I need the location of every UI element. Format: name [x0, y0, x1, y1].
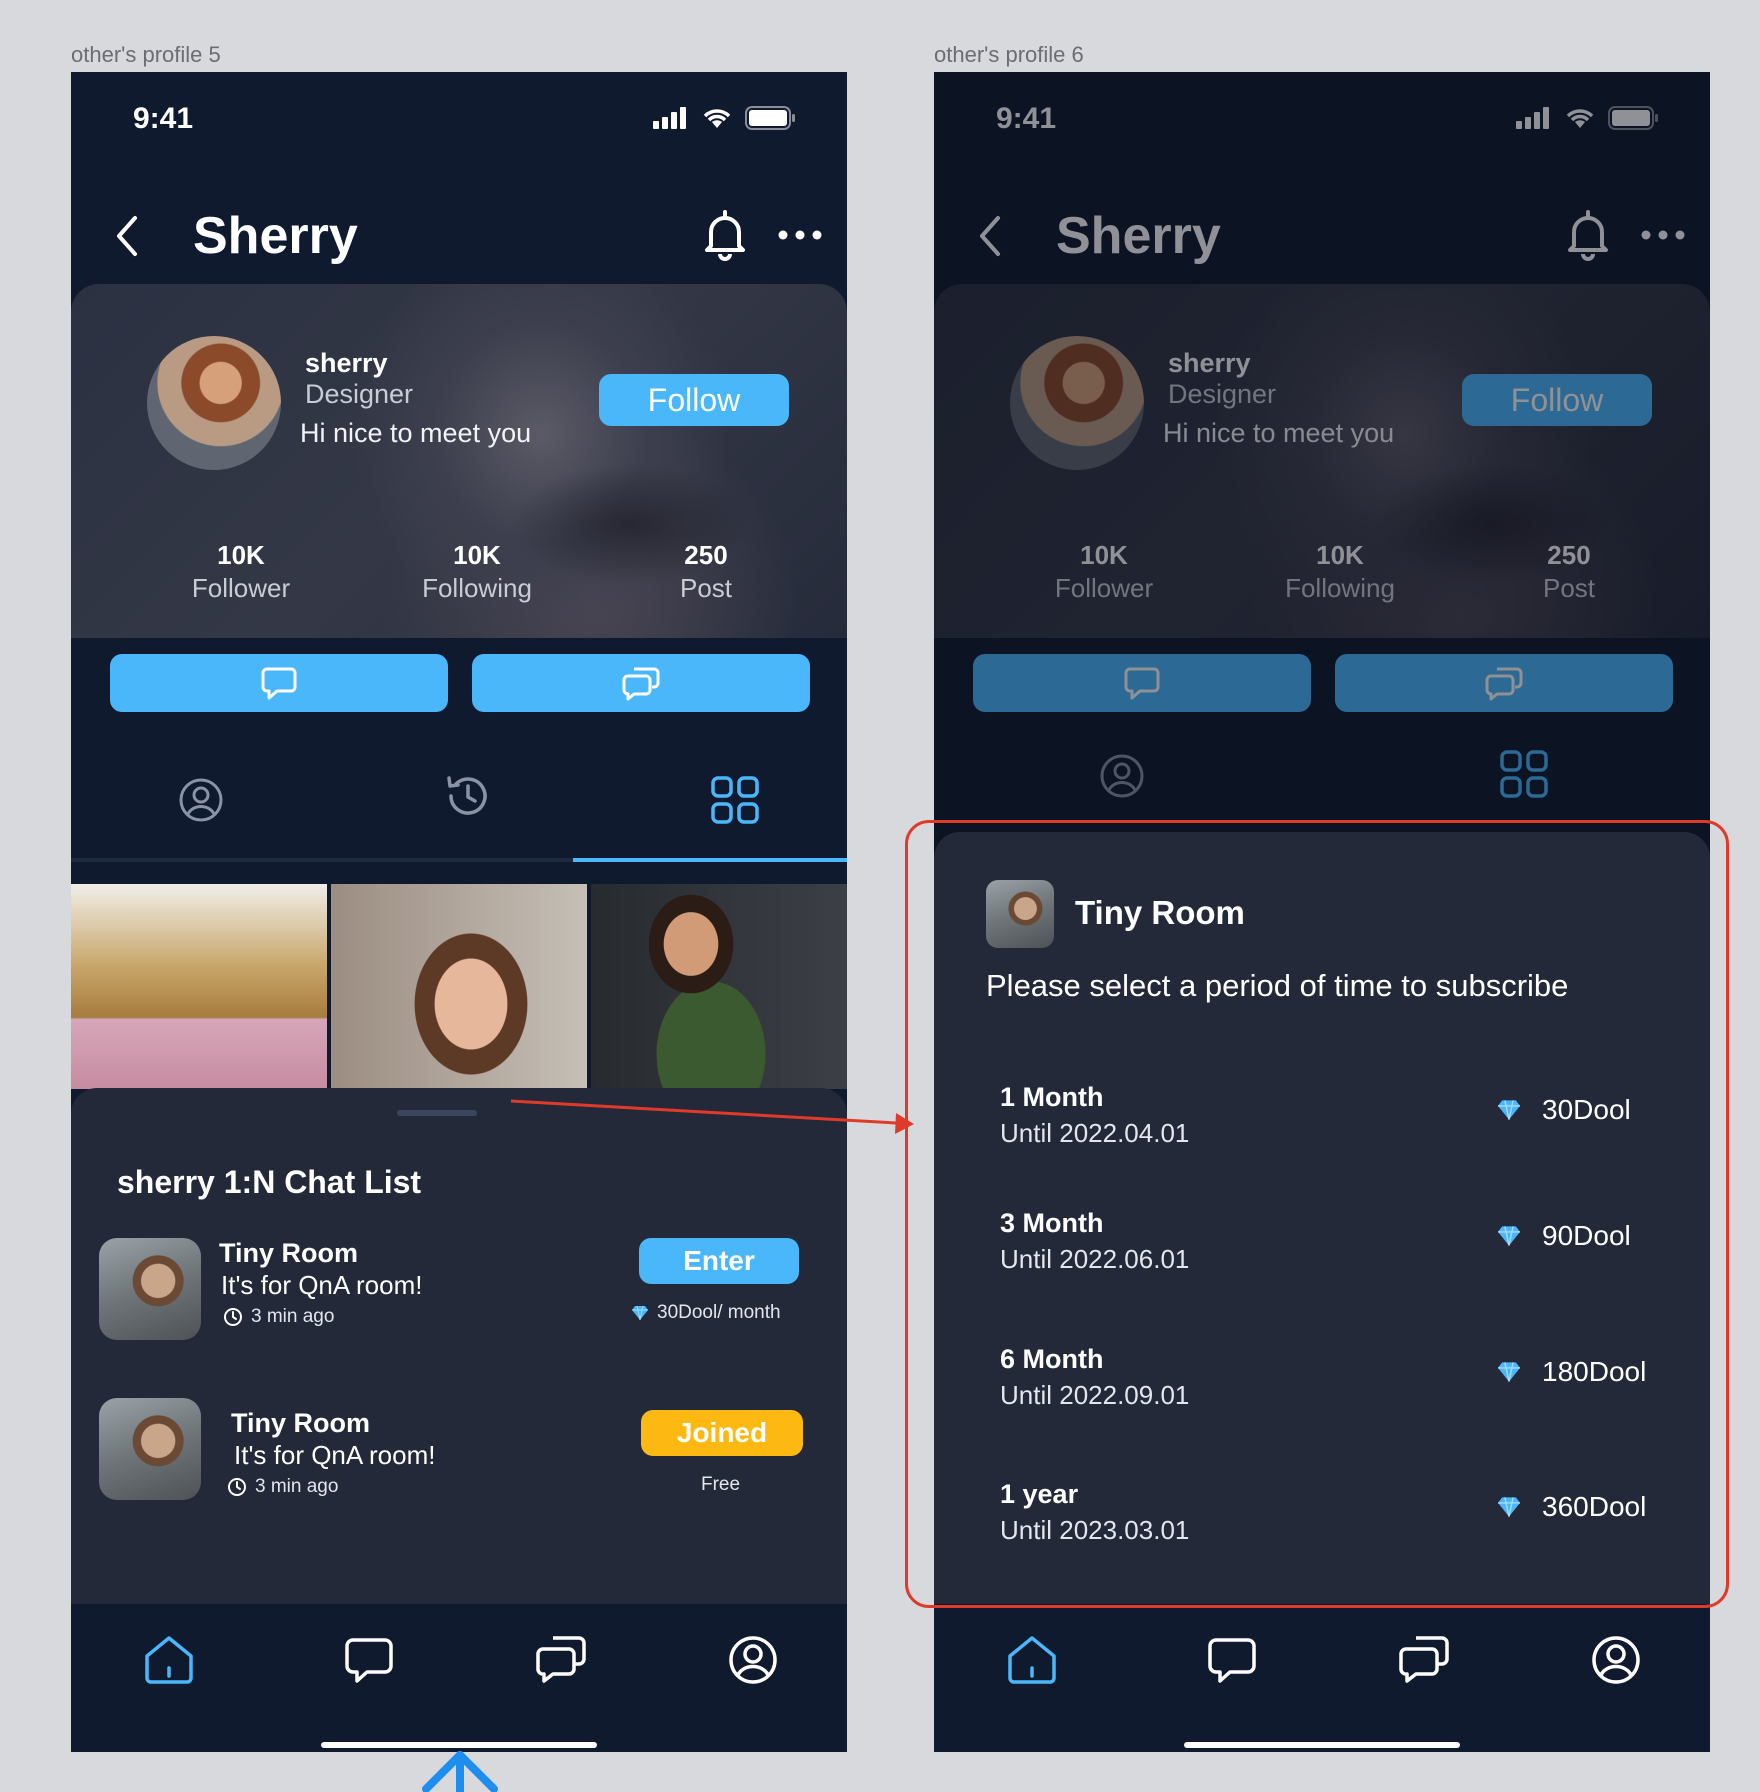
diamond-icon: [632, 1305, 648, 1321]
nav-home-icon[interactable]: [1004, 1632, 1060, 1688]
room-time: 3 min ago: [227, 1476, 338, 1498]
enter-button[interactable]: Enter: [639, 1238, 799, 1284]
group-chat-button[interactable]: [472, 654, 810, 712]
profile-bio: Hi nice to meet you: [300, 418, 532, 448]
bell-icon[interactable]: [697, 206, 753, 262]
group-chat-icon: [622, 667, 660, 701]
nav-home-icon[interactable]: [141, 1632, 197, 1688]
stat-following[interactable]: 10K Following: [387, 540, 567, 604]
nav-chat-icon[interactable]: [341, 1632, 397, 1688]
chat-list-title: sherry 1:N Chat List: [117, 1164, 422, 1200]
swipe-up-icon: [422, 1751, 498, 1792]
post-gallery: [71, 884, 847, 1089]
room-time: 3 min ago: [223, 1306, 334, 1328]
room-thumbnail: [99, 1238, 201, 1340]
stat-value: 250: [684, 540, 728, 570]
nav-chat-icon[interactable]: [1204, 1632, 1260, 1688]
profile-role: Designer: [305, 379, 414, 409]
stat-post[interactable]: 250 Post: [616, 540, 796, 604]
chat-button[interactable]: [110, 654, 448, 712]
room-description: It's for QnA room!: [234, 1440, 436, 1470]
room-price: Free: [701, 1474, 740, 1496]
tab-profile-icon[interactable]: [173, 772, 229, 828]
room-time-text: 3 min ago: [255, 1476, 339, 1497]
home-indicator: [1184, 1742, 1460, 1748]
stat-value: 10K: [217, 540, 265, 570]
post-thumbnail[interactable]: [71, 884, 327, 1089]
sheet-handle[interactable]: [397, 1110, 477, 1116]
room-price-text: 30Dool/ month: [657, 1302, 781, 1323]
more-icon[interactable]: [775, 222, 825, 248]
follow-button[interactable]: Follow: [599, 374, 789, 426]
profile-username: sherry: [305, 348, 388, 378]
stat-label: Post: [679, 573, 733, 603]
stat-label: Follower: [191, 573, 291, 603]
room-thumbnail: [99, 1398, 201, 1500]
room-price-text: Free: [701, 1474, 741, 1495]
signal-icon: [653, 107, 686, 129]
tab-history-icon[interactable]: [439, 768, 495, 824]
phone-screen-profile-5: 9:41 Sherry sherry Designer Hi nice to m…: [71, 72, 847, 1752]
frame-label-right: other's profile 6: [934, 42, 1084, 67]
room-name: Tiny Room: [219, 1238, 359, 1268]
bottom-nav: [934, 1604, 1710, 1752]
tab-active-indicator: [573, 858, 847, 862]
battery-icon: [745, 106, 795, 130]
tab-grid-icon[interactable]: [707, 772, 763, 828]
room-time-text: 3 min ago: [251, 1306, 335, 1327]
bottom-nav: [71, 1604, 847, 1752]
chat-list-sheet: sherry 1:N Chat List Tiny Room It's for …: [71, 1088, 847, 1608]
post-thumbnail[interactable]: [331, 884, 587, 1089]
status-icons: [653, 106, 797, 130]
back-icon[interactable]: [107, 208, 147, 264]
room-name: Tiny Room: [231, 1408, 371, 1438]
nav-profile-icon[interactable]: [725, 1632, 781, 1688]
wifi-icon: [703, 109, 731, 128]
avatar[interactable]: [147, 336, 281, 470]
clock-icon: [228, 1478, 246, 1496]
profile-card: sherry Designer Hi nice to meet you Foll…: [71, 284, 847, 638]
nav-profile-icon[interactable]: [1588, 1632, 1644, 1688]
room-description: It's for QnA room!: [221, 1270, 423, 1300]
stat-label: Following: [422, 573, 532, 603]
chat-room-item[interactable]: Tiny Room It's for QnA room! 3 min ago J…: [71, 1398, 847, 1508]
chat-icon: [261, 667, 297, 700]
status-time: 9:41: [133, 102, 194, 135]
page-title: Sherry: [193, 207, 358, 265]
nav-group-chat-icon[interactable]: [533, 1632, 589, 1688]
chat-room-item[interactable]: Tiny Room It's for QnA room! 3 min ago E…: [71, 1238, 847, 1348]
frame-label-left: other's profile 5: [71, 42, 221, 67]
stat-value: 10K: [453, 540, 501, 570]
joined-button[interactable]: Joined: [641, 1410, 803, 1456]
post-thumbnail[interactable]: [591, 884, 847, 1089]
highlight-box: [905, 820, 1729, 1608]
clock-icon: [224, 1308, 242, 1326]
room-price: 30Dool/ month: [631, 1302, 781, 1324]
stat-follower[interactable]: 10K Follower: [151, 540, 331, 604]
nav-group-chat-icon[interactable]: [1396, 1632, 1452, 1688]
